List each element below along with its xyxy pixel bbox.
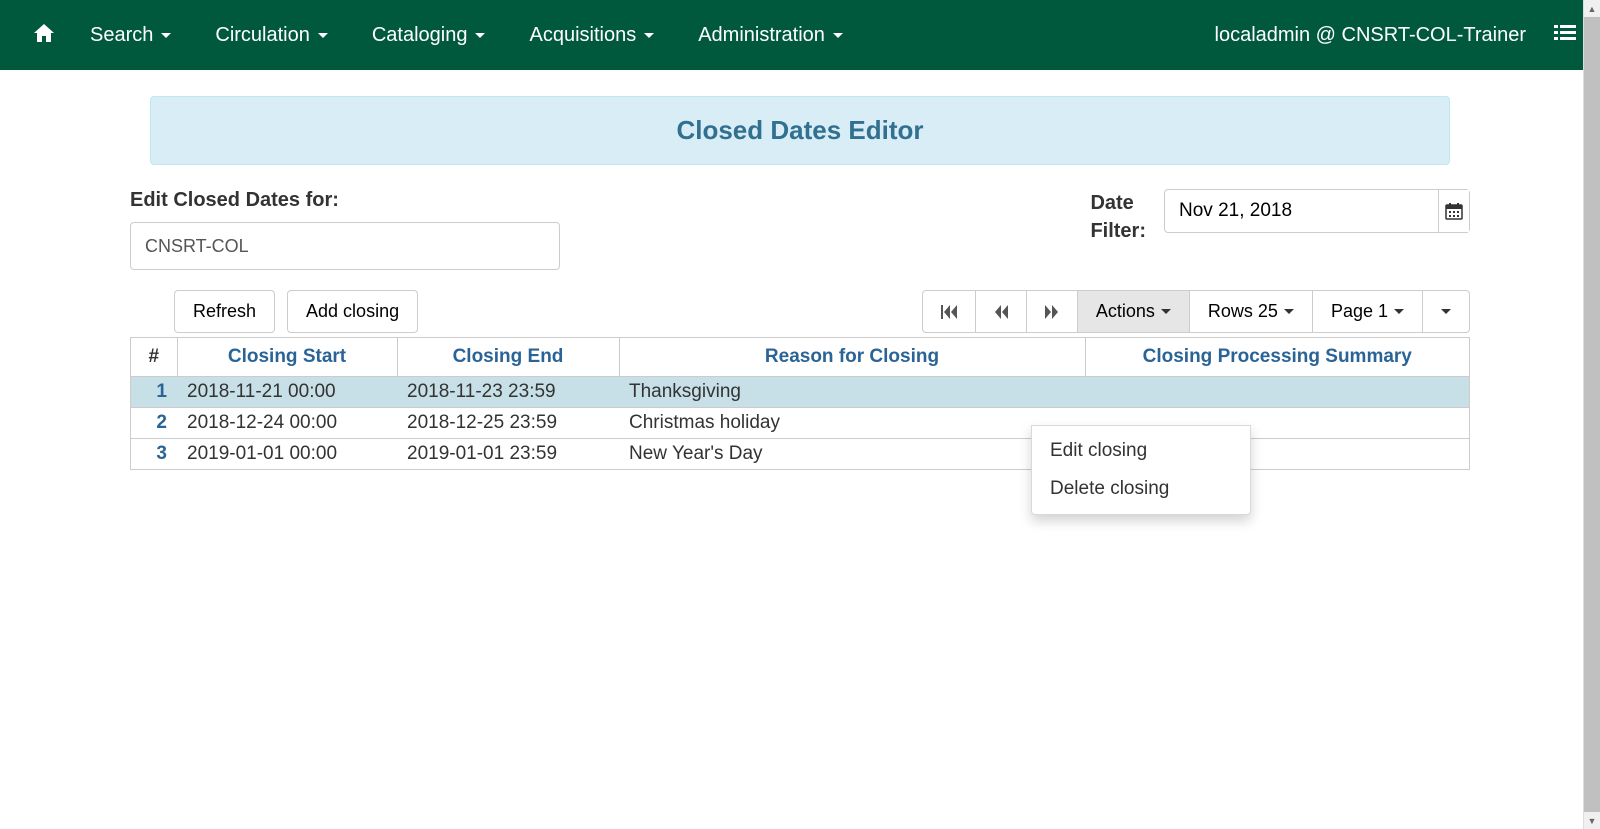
calendar-icon: [1445, 202, 1463, 220]
closings-table: # Closing Start Closing End Reason for C…: [131, 338, 1469, 469]
nav-label: Circulation: [215, 24, 309, 47]
actions-label: Actions: [1096, 301, 1155, 322]
next-icon: [1045, 305, 1059, 319]
table-row[interactable]: 12018-11-21 00:002018-11-23 23:59Thanksg…: [131, 377, 1469, 408]
controls-row: Edit Closed Dates for: Date Filter:: [130, 189, 1470, 270]
caret-down-icon: [1284, 309, 1294, 314]
scrollbar-thumb[interactable]: [1584, 17, 1600, 812]
actions-dropdown-menu: Edit closing Delete closing: [1031, 425, 1251, 515]
nav-circulation[interactable]: Circulation: [193, 24, 349, 47]
actions-dropdown-button[interactable]: Actions: [1077, 290, 1190, 333]
first-icon: [941, 305, 957, 319]
row-start: 2018-11-21 00:00: [177, 377, 397, 408]
caret-down-icon: [475, 33, 485, 38]
row-num: 2: [131, 408, 177, 439]
col-header-num[interactable]: #: [131, 338, 177, 377]
home-icon: [32, 21, 56, 45]
add-closing-button[interactable]: Add closing: [287, 290, 418, 333]
rows-label: Rows 25: [1208, 301, 1278, 322]
caret-down-icon: [1394, 309, 1404, 314]
vertical-scrollbar[interactable]: ▲ ▼: [1583, 0, 1600, 829]
delete-closing-menuitem[interactable]: Delete closing: [1032, 470, 1250, 508]
edit-for-label: Edit Closed Dates for:: [130, 189, 1090, 212]
table-row[interactable]: 22018-12-24 00:002018-12-25 23:59Christm…: [131, 408, 1469, 439]
row-end: 2019-01-01 23:59: [397, 439, 619, 470]
prev-page-button[interactable]: [975, 290, 1027, 333]
row-reason: Thanksgiving: [619, 377, 1085, 408]
row-end: 2018-11-23 23:59: [397, 377, 619, 408]
row-num: 3: [131, 439, 177, 470]
nav-cataloging[interactable]: Cataloging: [350, 24, 508, 47]
action-row: Refresh Add closing Actions Rows 25 Page…: [130, 290, 1470, 333]
caret-down-icon: [1161, 309, 1171, 314]
edit-for-group: Edit Closed Dates for:: [130, 189, 1090, 270]
page-label: Page 1: [1331, 301, 1388, 322]
table-header-row: # Closing Start Closing End Reason for C…: [131, 338, 1469, 377]
col-header-start[interactable]: Closing Start: [177, 338, 397, 377]
row-reason: New Year's Day: [619, 439, 1085, 470]
nav-label: Administration: [698, 24, 825, 47]
navbar-left: Search Circulation Cataloging Acquisitio…: [20, 21, 865, 50]
row-end: 2018-12-25 23:59: [397, 408, 619, 439]
row-start: 2018-12-24 00:00: [177, 408, 397, 439]
left-buttons: Refresh Add closing: [174, 290, 418, 333]
date-picker-button[interactable]: [1438, 190, 1469, 232]
first-page-button[interactable]: [922, 290, 976, 333]
scroll-down-icon: ▼: [1584, 812, 1600, 829]
nav-search[interactable]: Search: [68, 24, 193, 47]
date-filter-label: Date Filter:: [1090, 189, 1146, 245]
nav-label: Cataloging: [372, 24, 468, 47]
nav-administration[interactable]: Administration: [676, 24, 865, 47]
next-page-button[interactable]: [1026, 290, 1078, 333]
edit-closing-menuitem[interactable]: Edit closing: [1032, 432, 1250, 470]
col-header-end[interactable]: Closing End: [397, 338, 619, 377]
col-header-reason[interactable]: Reason for Closing: [619, 338, 1085, 377]
caret-down-icon: [1441, 309, 1451, 314]
user-label: localadmin @ CNSRT-COL-Trainer: [1215, 24, 1527, 47]
caret-down-icon: [833, 33, 843, 38]
caret-down-icon: [161, 33, 171, 38]
row-reason: Christmas holiday: [619, 408, 1085, 439]
refresh-button[interactable]: Refresh: [174, 290, 275, 333]
grid-toolbar: Actions Rows 25 Page 1: [922, 290, 1470, 333]
closings-table-wrap: # Closing Start Closing End Reason for C…: [130, 337, 1470, 470]
home-button[interactable]: [20, 21, 68, 50]
org-unit-input[interactable]: [130, 222, 560, 270]
top-navbar: Search Circulation Cataloging Acquisitio…: [0, 0, 1600, 70]
caret-down-icon: [644, 33, 654, 38]
navbar-right: localadmin @ CNSRT-COL-Trainer: [1215, 19, 1581, 52]
date-filter-input[interactable]: [1165, 190, 1438, 232]
date-filter-label-line1: Date: [1090, 189, 1146, 217]
date-filter-label-line2: Filter:: [1090, 217, 1146, 245]
page-dropdown-button[interactable]: Page 1: [1312, 290, 1423, 333]
row-start: 2019-01-01 00:00: [177, 439, 397, 470]
caret-down-icon: [318, 33, 328, 38]
date-filter-input-wrap: [1164, 189, 1470, 233]
grid-config-button[interactable]: [1422, 290, 1470, 333]
col-header-summary[interactable]: Closing Processing Summary: [1085, 338, 1469, 377]
nav-acquisitions[interactable]: Acquisitions: [507, 24, 676, 47]
prev-icon: [994, 305, 1008, 319]
scroll-up-icon: ▲: [1584, 0, 1600, 17]
hamburger-menu-button[interactable]: [1550, 19, 1580, 52]
nav-label: Acquisitions: [529, 24, 636, 47]
date-filter-group: Date Filter:: [1090, 189, 1470, 245]
row-summary: [1085, 377, 1469, 408]
nav-label: Search: [90, 24, 153, 47]
row-num: 1: [131, 377, 177, 408]
list-icon: [1554, 23, 1576, 43]
rows-dropdown-button[interactable]: Rows 25: [1189, 290, 1313, 333]
page-title: Closed Dates Editor: [150, 96, 1450, 165]
main-container: Closed Dates Editor Edit Closed Dates fo…: [110, 96, 1490, 470]
table-row[interactable]: 32019-01-01 00:002019-01-01 23:59New Yea…: [131, 439, 1469, 470]
